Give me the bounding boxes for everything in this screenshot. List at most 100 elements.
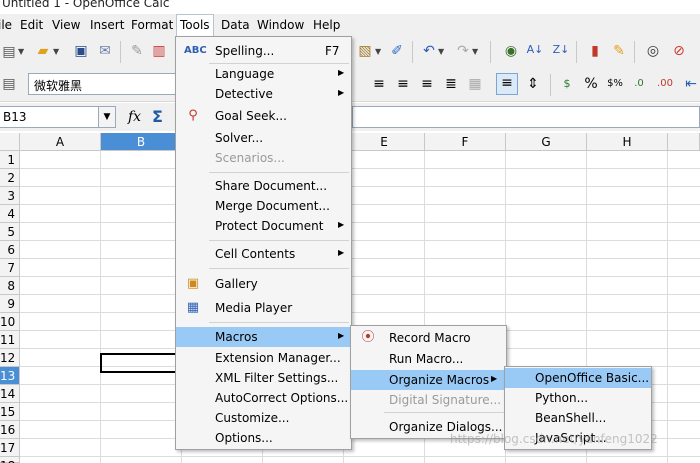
chart-icon[interactable]: ▮ [586, 42, 604, 60]
chevron-down-icon[interactable]: ▼ [18, 47, 26, 56]
row-header[interactable]: 2 [0, 169, 20, 187]
menu-format[interactable]: Format [131, 18, 173, 32]
align-right-icon[interactable]: ≡ [418, 75, 436, 93]
row-header[interactable]: 4 [0, 205, 20, 223]
row-header[interactable]: 18 [0, 457, 20, 463]
undo-icon[interactable]: ↶ [420, 42, 438, 60]
clone-formatting-icon[interactable]: ✐ [388, 42, 406, 60]
name-box-dropdown[interactable]: ▼ [98, 106, 116, 128]
menu-window[interactable]: Window [257, 18, 304, 32]
menu-item-share-document[interactable]: Share Document... [176, 176, 351, 196]
name-box[interactable]: B13 [0, 106, 100, 128]
navigator-icon[interactable]: ⊘ [670, 42, 688, 60]
menu-item-merge-document[interactable]: Merge Document... [176, 196, 351, 216]
row-header[interactable]: 12 [0, 349, 20, 367]
row-header[interactable]: 5 [0, 223, 20, 241]
align-top-icon[interactable]: ⇕ [524, 75, 542, 93]
justify-icon[interactable]: ≣ [442, 75, 460, 93]
column-header[interactable]: A [20, 133, 101, 151]
chevron-down-icon[interactable]: ▼ [375, 47, 383, 56]
function-wizard-icon[interactable]: fx [128, 109, 141, 125]
row-header[interactable]: 17 [0, 439, 20, 457]
menu-data[interactable]: Data [221, 18, 250, 32]
menu-item-extension-manager[interactable]: Extension Manager... [176, 348, 351, 368]
align-center-icon[interactable]: ≡ [394, 75, 412, 93]
row-header[interactable]: 11 [0, 331, 20, 349]
row-header[interactable]: 1 [0, 151, 20, 169]
menu-item-autocorrect-options[interactable]: AutoCorrect Options... [176, 388, 351, 408]
column-header[interactable]: E [344, 133, 425, 151]
menu-item-customize[interactable]: Customize... [176, 408, 351, 428]
sort-ascending-icon[interactable]: A↓ [526, 41, 544, 59]
sort-descending-icon[interactable]: Z↓ [552, 41, 570, 59]
menu-item-record-macro[interactable]: ⦿ Record Macro [351, 328, 506, 348]
row-header[interactable]: 10 [0, 313, 20, 331]
menu-item-options[interactable]: Options... [176, 428, 351, 448]
menu-item-spelling[interactable]: ABC Spelling... F7 [176, 41, 351, 61]
menu-item-macros[interactable]: Macros ▶ [176, 327, 351, 347]
standard-format-icon[interactable]: $% [606, 75, 624, 93]
delete-decimal-icon[interactable]: .00 [656, 75, 674, 93]
wrap-text-icon[interactable]: ≡ [496, 73, 518, 95]
row-header[interactable]: 9 [0, 295, 20, 313]
draw-functions-icon[interactable]: ✎ [610, 42, 628, 60]
menu-item-openoffice-basic[interactable]: OpenOffice Basic... [505, 368, 651, 388]
menu-item-python[interactable]: Python... [505, 388, 651, 408]
column-header[interactable]: G [506, 133, 587, 151]
percent-format-icon[interactable]: % [582, 75, 600, 93]
column-header[interactable]: F [425, 133, 506, 151]
redo-icon[interactable]: ↷ [454, 42, 472, 60]
menu-view[interactable]: View [52, 18, 80, 32]
menu-item-solver[interactable]: Solver... [176, 128, 351, 148]
menu-help[interactable]: Help [313, 18, 340, 32]
menu-item-xml-filter-settings[interactable]: XML Filter Settings... [176, 368, 351, 388]
decrease-indent-icon[interactable]: ⇤ [682, 75, 700, 93]
menu-item-protect-document[interactable]: Protect Document ▶ [176, 216, 351, 236]
email-icon[interactable]: ✉ [96, 42, 114, 60]
currency-format-icon[interactable]: $ [558, 75, 576, 93]
row-header[interactable]: 8 [0, 277, 20, 295]
sum-icon[interactable]: Σ [152, 107, 163, 126]
chevron-down-icon[interactable]: ▼ [53, 47, 61, 56]
column-header[interactable] [668, 133, 700, 151]
menu-file[interactable]: ile [0, 18, 12, 32]
formula-input[interactable] [352, 106, 700, 128]
chevron-down-icon[interactable]: ▼ [438, 47, 446, 56]
menu-item-goal-seek[interactable]: ⚲ Goal Seek... [176, 106, 351, 126]
find-icon[interactable]: ◎ [644, 42, 662, 60]
menu-edit[interactable]: Edit [20, 18, 43, 32]
paste-icon[interactable]: ▧ [356, 42, 374, 60]
active-cell[interactable] [100, 353, 181, 373]
column-header[interactable]: B [101, 133, 182, 151]
row-header[interactable]: 7 [0, 259, 20, 277]
add-decimal-icon[interactable]: .0 [630, 75, 648, 93]
menu-item-beanshell[interactable]: BeanShell... [505, 408, 651, 428]
menu-tools[interactable]: Tools [176, 14, 214, 36]
hyperlink-icon[interactable]: ◉ [502, 42, 520, 60]
save-icon[interactable]: ▣ [72, 42, 90, 60]
row-header[interactable]: 6 [0, 241, 20, 259]
row-header[interactable]: 14 [0, 385, 20, 403]
menu-item-run-macro[interactable]: Run Macro... [351, 349, 506, 369]
new-document-icon[interactable]: ▤ [0, 43, 18, 61]
menu-item-gallery[interactable]: ▣ Gallery [176, 274, 351, 294]
corner-select-all[interactable] [0, 133, 20, 151]
open-folder-icon[interactable]: ▰ [34, 42, 52, 60]
column-header[interactable]: H [587, 133, 668, 151]
row-header[interactable]: 13 [0, 367, 20, 385]
menu-item-organize-macros[interactable]: Organize Macros ▶ [351, 370, 506, 390]
font-name-box[interactable]: 微软雅黑 [28, 73, 178, 95]
styles-icon[interactable]: ▤ [0, 75, 18, 93]
menu-item-cell-contents[interactable]: Cell Contents ▶ [176, 244, 351, 264]
edit-file-icon[interactable]: ✎ [128, 42, 146, 60]
chevron-down-icon[interactable]: ▼ [472, 47, 480, 56]
merge-cells-icon[interactable]: ▦ [466, 75, 484, 93]
row-header[interactable]: 3 [0, 187, 20, 205]
menu-item-detective[interactable]: Detective ▶ [176, 84, 351, 104]
menu-insert[interactable]: Insert [90, 18, 124, 32]
menu-item-media-player[interactable]: ▦ Media Player [176, 298, 351, 318]
row-header[interactable]: 15 [0, 403, 20, 421]
menu-item-language[interactable]: Language ▶ [176, 64, 351, 84]
align-left-icon[interactable]: ≡ [370, 75, 388, 93]
row-header[interactable]: 16 [0, 421, 20, 439]
